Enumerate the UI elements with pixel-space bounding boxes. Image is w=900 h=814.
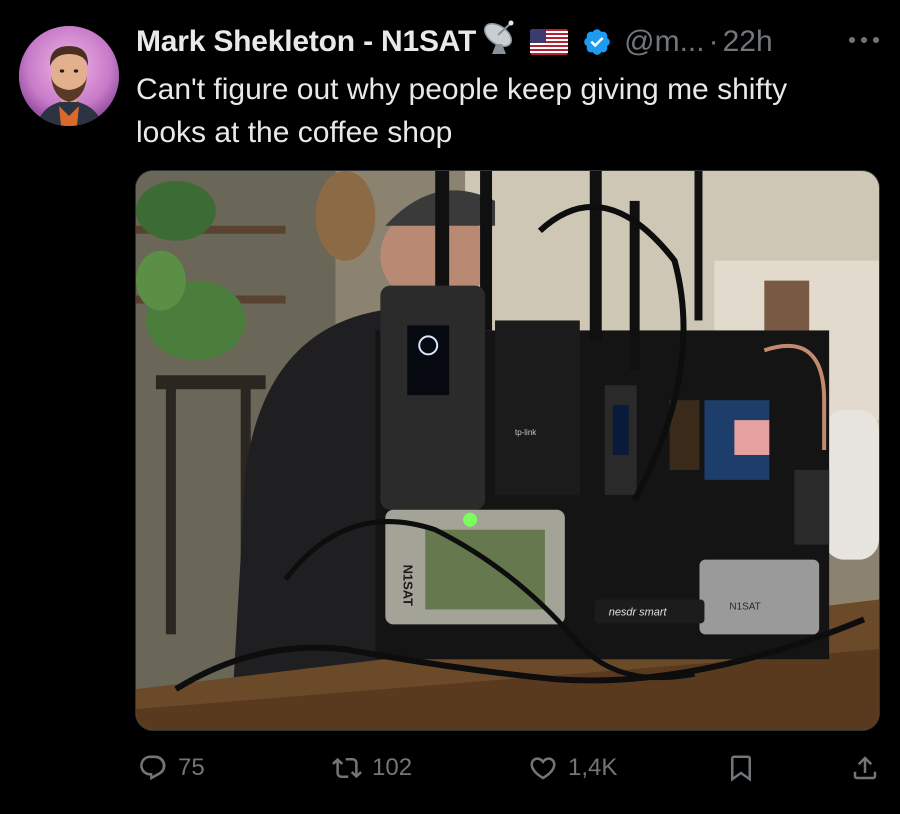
tweet-media-photo[interactable]: N1SAT N1SAT nesdr smart tp-link	[135, 170, 880, 731]
bookmark-icon	[731, 755, 751, 782]
display-name[interactable]: Mark Shekleton - N1SAT	[136, 25, 476, 59]
tweet-actions: 75 102 1,4K	[0, 748, 900, 788]
reply-count: 75	[178, 754, 205, 781]
satellite-antenna-icon	[480, 20, 520, 64]
separator: ·	[708, 25, 719, 58]
bookmark-button[interactable]	[726, 748, 756, 788]
timestamp[interactable]: 22h	[723, 25, 773, 59]
repost-button[interactable]: 102	[332, 748, 412, 788]
n1sat-case-label: N1SAT	[729, 601, 760, 612]
tweet: Mark Shekleton - N1SAT @m... · 22h Can't…	[0, 0, 900, 814]
repost-icon	[332, 757, 362, 779]
nesdr-label: nesdr smart	[609, 606, 668, 618]
tweet-text: Can't figure out why people keep giving …	[136, 73, 788, 149]
tweet-header: Mark Shekleton - N1SAT @m... · 22h	[136, 20, 773, 64]
share-button[interactable]	[850, 748, 880, 788]
verified-badge-icon[interactable]	[582, 27, 612, 57]
share-icon	[853, 756, 877, 780]
us-flag-icon	[530, 29, 569, 55]
handle[interactable]: @m...	[624, 25, 704, 59]
repost-count: 102	[372, 754, 413, 781]
like-count: 1,4K	[568, 754, 618, 781]
tplink-label: tp-link	[515, 428, 536, 437]
like-button[interactable]: 1,4K	[528, 748, 617, 788]
photo-radio-gear: N1SAT N1SAT nesdr smart tp-link	[136, 171, 879, 730]
reply-icon	[140, 755, 166, 781]
reply-button[interactable]: 75	[138, 748, 205, 788]
heart-icon	[530, 757, 556, 780]
avatar-image	[19, 26, 119, 126]
n1sat-vertical-label: N1SAT	[400, 565, 415, 607]
avatar[interactable]	[19, 26, 119, 126]
more-options-icon[interactable]	[846, 30, 882, 50]
